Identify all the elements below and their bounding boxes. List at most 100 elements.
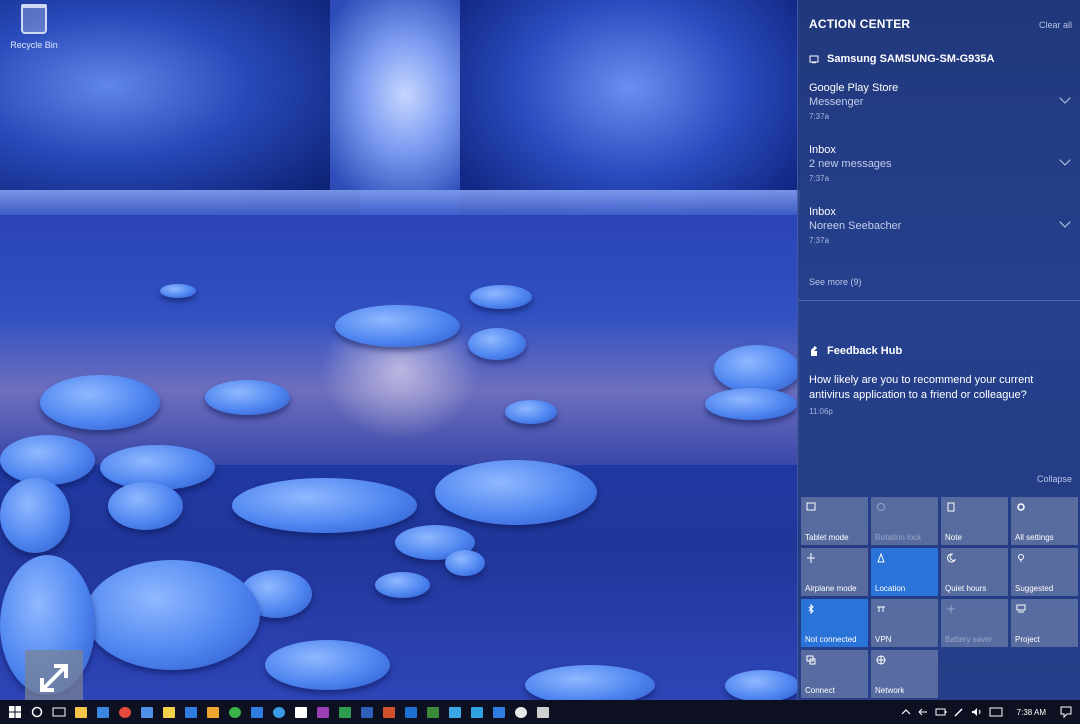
cortana-button[interactable] xyxy=(26,700,48,724)
taskbar-app-calendar[interactable] xyxy=(180,700,202,724)
settings-icon xyxy=(537,706,549,718)
notification-body: 2 new messages xyxy=(809,158,892,170)
skype-icon xyxy=(471,706,483,718)
vpn-tile[interactable]: VPN xyxy=(871,599,938,647)
feedback-header: Feedback Hub xyxy=(809,345,902,357)
notification-item[interactable]: Inbox Noreen Seebacher 7:37a xyxy=(809,206,1071,245)
keyboard-icon[interactable] xyxy=(989,707,1003,717)
back-arrow-icon[interactable] xyxy=(917,707,929,717)
action-center-notification-icon[interactable] xyxy=(1060,706,1072,718)
battery-icon[interactable] xyxy=(935,707,947,717)
taskbar-app-headphones[interactable] xyxy=(202,700,224,724)
pen-icon[interactable] xyxy=(953,707,965,717)
folder-icon xyxy=(295,706,307,718)
tablet-mode-tile[interactable]: Tablet mode xyxy=(801,497,868,545)
start-button[interactable] xyxy=(4,700,26,724)
note-tile[interactable]: Note xyxy=(941,497,1008,545)
notification-item[interactable]: Google Play Store Messenger 7:37a xyxy=(809,82,1071,121)
quiet-hours-tile[interactable]: Quiet hours xyxy=(941,548,1008,596)
taskbar-app-onenote[interactable] xyxy=(312,700,334,724)
taskbar: 7:38 AM xyxy=(0,700,1080,724)
photos-icon xyxy=(251,706,263,718)
wallpaper-rock xyxy=(0,478,70,553)
tile-label: All settings xyxy=(1015,533,1054,542)
onedrive-icon xyxy=(141,706,153,718)
onenote-icon xyxy=(317,706,329,718)
taskbar-app-chrome[interactable] xyxy=(114,700,136,724)
system-tray: 7:38 AM xyxy=(901,700,1080,724)
taskbar-app-twitter[interactable] xyxy=(444,700,466,724)
see-more-link[interactable]: See more (9) xyxy=(809,277,862,287)
suggested-tile[interactable]: Suggested xyxy=(1011,548,1078,596)
taskbar-app-file-explorer[interactable] xyxy=(70,700,92,724)
taskbar-app-store[interactable] xyxy=(92,700,114,724)
expand-button[interactable] xyxy=(25,650,83,700)
task-view-button[interactable] xyxy=(48,700,70,724)
wallpaper-forest-right xyxy=(460,0,800,220)
rotation-lock-icon xyxy=(877,503,885,511)
taskbar-clock[interactable]: 7:38 AM xyxy=(1017,708,1046,717)
wallpaper-rock xyxy=(335,305,460,347)
recycle-bin[interactable]: Recycle Bin xyxy=(8,4,60,62)
bluetooth-icon xyxy=(808,604,814,614)
bluetooth-tile[interactable]: Not connected xyxy=(801,599,868,647)
taskbar-app-powerpoint[interactable] xyxy=(378,700,400,724)
wallpaper-snow-bank xyxy=(0,190,800,218)
wallpaper-rock xyxy=(705,388,797,420)
battery-saver-tile[interactable]: Battery saver xyxy=(941,599,1008,647)
project-icon xyxy=(1016,604,1026,613)
tile-label: Network xyxy=(875,686,905,695)
cortana-circle-icon xyxy=(31,706,43,718)
taskbar-app-excel[interactable] xyxy=(334,700,356,724)
taskbar-app-settings[interactable] xyxy=(532,700,554,724)
notification-item[interactable]: Inbox 2 new messages 7:37a xyxy=(809,144,1071,183)
notification-title: Inbox xyxy=(809,206,836,218)
device-header: Samsung SAMSUNG-SM-G935A xyxy=(809,53,994,65)
feedback-notification-body[interactable]: How likely are you to recommend your cur… xyxy=(809,373,1069,403)
feedback-hub-icon xyxy=(811,346,817,356)
taskbar-app-folder[interactable] xyxy=(290,700,312,724)
wallpaper-rock xyxy=(525,665,655,700)
phone-icon xyxy=(809,55,819,64)
taskbar-app-mail[interactable] xyxy=(488,700,510,724)
volume-icon[interactable] xyxy=(971,707,983,717)
headphones-icon xyxy=(207,706,219,718)
location-icon xyxy=(877,553,885,563)
taskbar-app-paint[interactable] xyxy=(510,700,532,724)
chrome-icon xyxy=(119,706,131,718)
taskbar-app-project[interactable] xyxy=(422,700,444,724)
taskbar-app-photos[interactable] xyxy=(246,700,268,724)
taskbar-app-xbox[interactable] xyxy=(224,700,246,724)
wallpaper-forest-center xyxy=(330,0,480,190)
network-tile[interactable]: Network xyxy=(871,650,938,698)
tile-label: Quiet hours xyxy=(945,584,987,593)
airplane-mode-tile[interactable]: Airplane mode xyxy=(801,548,868,596)
notification-time: 7:37a xyxy=(809,112,830,121)
taskbar-app-word[interactable] xyxy=(356,700,378,724)
all-settings-tile[interactable]: All settings xyxy=(1011,497,1078,545)
taskbar-app-outlook[interactable] xyxy=(400,700,422,724)
taskbar-app-edge[interactable] xyxy=(268,700,290,724)
taskbar-app-skype[interactable] xyxy=(466,700,488,724)
recycle-bin-label: Recycle Bin xyxy=(10,40,58,50)
wallpaper-rock xyxy=(232,478,417,533)
notification-body: Messenger xyxy=(809,96,864,108)
wallpaper-rock xyxy=(714,345,800,393)
tile-label: Not connected xyxy=(805,635,857,644)
wallpaper-rock xyxy=(0,435,95,485)
connect-tile[interactable]: Connect xyxy=(801,650,868,698)
moon-icon xyxy=(947,553,956,563)
project-tile[interactable]: Project xyxy=(1011,599,1078,647)
project-app-icon xyxy=(427,706,439,718)
taskbar-app-onedrive[interactable] xyxy=(136,700,158,724)
location-tile[interactable]: Location xyxy=(871,548,938,596)
taskbar-app-sticky-notes[interactable] xyxy=(158,700,180,724)
clear-all-link[interactable]: Clear all xyxy=(1039,20,1072,30)
collapse-link[interactable]: Collapse xyxy=(1037,474,1072,484)
rotation-lock-tile[interactable]: Rotation lock xyxy=(871,497,938,545)
tile-label: Rotation lock xyxy=(875,533,922,542)
connect-icon xyxy=(806,655,816,665)
xbox-icon xyxy=(229,706,241,718)
tile-label: Location xyxy=(875,584,906,593)
chevron-up-icon[interactable] xyxy=(901,708,911,716)
